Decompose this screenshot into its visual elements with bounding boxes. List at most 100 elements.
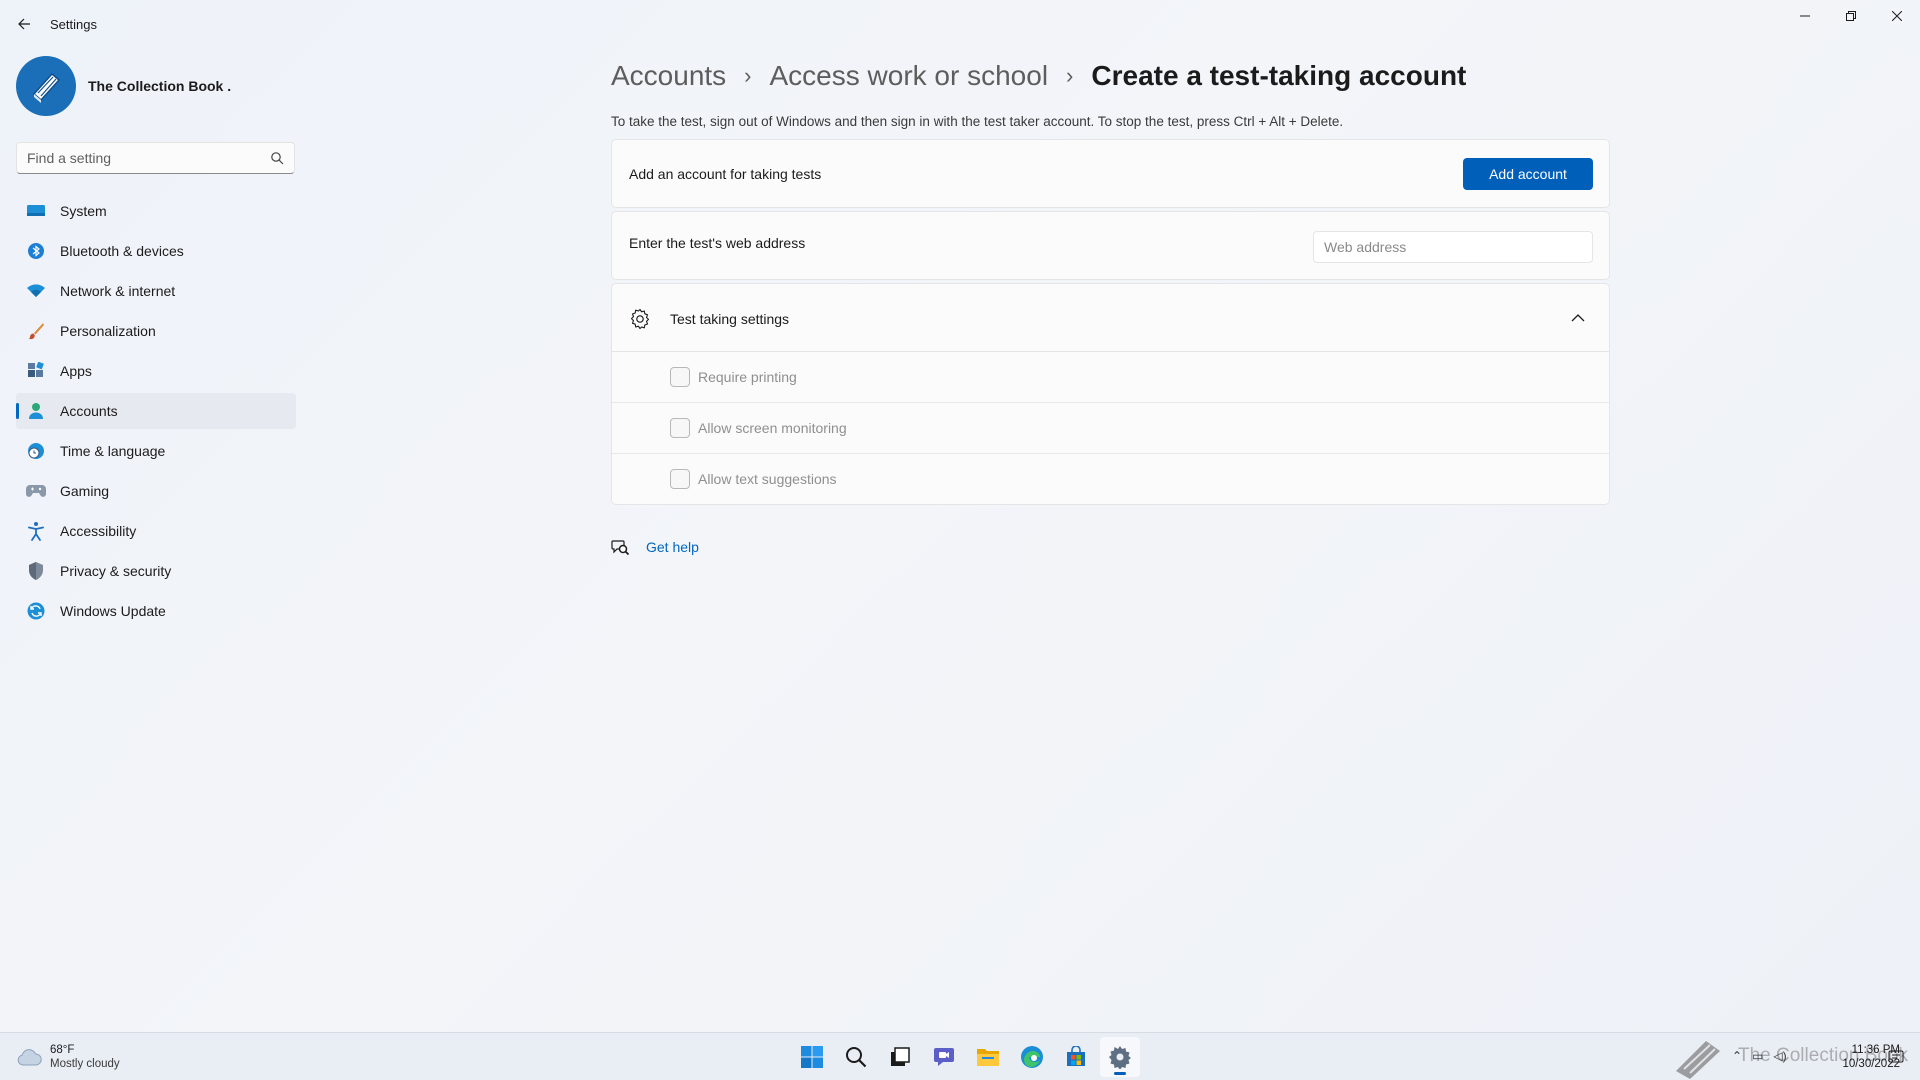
require-printing-checkbox[interactable] (670, 367, 690, 387)
option-label: Allow screen monitoring (698, 420, 847, 436)
shield-icon (26, 561, 46, 581)
taskbar-search-button[interactable] (836, 1037, 876, 1077)
user-profile[interactable]: The Collection Book . (16, 56, 231, 116)
sidebar-item-label: Personalization (60, 323, 156, 339)
network-icon[interactable]: ▭ (1752, 1049, 1763, 1063)
sidebar-item-time-language[interactable]: Time & language (16, 433, 296, 469)
get-help-link[interactable]: Get help (611, 538, 699, 556)
page-title: Create a test-taking account (1091, 60, 1467, 91)
sidebar-item-label: Accessibility (60, 523, 137, 539)
sidebar-item-network[interactable]: Network & internet (16, 273, 296, 309)
test-settings-header[interactable]: Test taking settings (612, 284, 1609, 352)
sidebar-item-bluetooth[interactable]: Bluetooth & devices (16, 233, 296, 269)
settings-window: Settings The Collection Book . Find a se… (0, 0, 1920, 1032)
weather-widget[interactable]: 68°F Mostly cloudy (16, 1043, 120, 1071)
minimize-icon (1800, 15, 1810, 17)
chevron-right-icon: › (744, 63, 752, 88)
breadcrumb: Accounts › Access work or school › Creat… (611, 56, 1466, 96)
cloud-icon (17, 1049, 42, 1066)
file-explorer-button[interactable] (968, 1037, 1008, 1077)
taskbar: 68°F Mostly cloudy The Collection Book ⌃… (0, 1032, 1920, 1080)
get-help-label: Get help (646, 539, 699, 555)
back-button[interactable] (12, 12, 36, 36)
search-box[interactable] (16, 142, 295, 174)
minimize-button[interactable] (1782, 0, 1828, 32)
apps-icon (26, 361, 46, 381)
test-settings-title: Test taking settings (670, 311, 790, 327)
close-button[interactable] (1874, 0, 1920, 32)
close-icon (1892, 11, 1902, 21)
allow-text-suggestions-checkbox[interactable] (670, 469, 690, 489)
notification-icon[interactable] (1888, 1049, 1904, 1065)
breadcrumb-access-work-school[interactable]: Access work or school (770, 60, 1049, 92)
title-bar: Settings (0, 0, 1920, 48)
sidebar-item-label: Network & internet (60, 283, 176, 299)
option-label: Require printing (698, 369, 797, 385)
gear-icon (630, 308, 650, 330)
chat-button[interactable] (924, 1037, 964, 1077)
allow-screen-monitoring-checkbox[interactable] (670, 418, 690, 438)
monitor-icon (26, 201, 46, 221)
volume-icon[interactable]: ◁) (1773, 1049, 1786, 1063)
person-icon (26, 401, 46, 421)
start-icon (801, 1046, 823, 1068)
gamepad-icon (26, 481, 46, 501)
sidebar-item-label: System (60, 203, 107, 219)
breadcrumb-accounts[interactable]: Accounts (611, 60, 726, 92)
sidebar-item-label: Apps (60, 363, 92, 379)
avatar (16, 56, 76, 116)
web-address-input[interactable] (1313, 231, 1593, 263)
edge-icon (1021, 1046, 1043, 1068)
store-icon (1067, 1046, 1085, 1066)
brush-icon (26, 321, 46, 341)
sidebar-item-gaming[interactable]: Gaming (16, 473, 296, 509)
task-view-button[interactable] (880, 1037, 920, 1077)
store-button[interactable] (1056, 1037, 1096, 1077)
web-address-card: Enter the test's web address (611, 211, 1610, 280)
sidebar-item-accessibility[interactable]: Accessibility (16, 513, 296, 549)
start-button[interactable] (792, 1037, 832, 1077)
edge-button[interactable] (1012, 1037, 1052, 1077)
sidebar-item-label: Accounts (60, 403, 118, 419)
book-watermark-icon (1676, 1041, 1720, 1079)
settings-taskbar-button[interactable] (1100, 1037, 1140, 1077)
weather-condition: Mostly cloudy (50, 1058, 120, 1070)
chevron-up-icon[interactable] (1571, 313, 1585, 323)
sidebar-item-label: Privacy & security (60, 563, 172, 579)
chat-icon (934, 1048, 954, 1066)
sidebar-item-label: Bluetooth & devices (60, 243, 184, 259)
test-settings-card: Test taking settings Require printing Al… (611, 283, 1610, 505)
help-chat-icon (611, 540, 629, 556)
add-account-card: Add an account for taking tests Add acco… (611, 139, 1610, 208)
accessibility-icon (26, 521, 46, 541)
add-account-button[interactable]: Add account (1463, 158, 1593, 190)
weather-temp: 68°F (50, 1044, 75, 1056)
chevron-up-icon[interactable]: ⌃ (1732, 1049, 1742, 1063)
sidebar-item-label: Windows Update (60, 603, 166, 619)
search-icon (846, 1047, 867, 1068)
update-icon (26, 601, 46, 621)
app-title: Settings (50, 17, 97, 32)
sidebar-item-accounts[interactable]: Accounts (16, 393, 296, 429)
option-label: Allow text suggestions (698, 471, 837, 487)
taskbar-apps (790, 1037, 1142, 1077)
restore-icon (1846, 11, 1856, 21)
sidebar-item-privacy-security[interactable]: Privacy & security (16, 553, 296, 589)
back-arrow-icon (18, 18, 30, 30)
chevron-right-icon: › (1066, 63, 1074, 88)
restore-button[interactable] (1828, 0, 1874, 32)
tray-icons: ⌃ ▭ ◁) (1732, 1049, 1787, 1063)
search-icon[interactable] (270, 151, 284, 165)
sidebar-item-label: Time & language (60, 443, 166, 459)
wifi-icon (26, 281, 46, 301)
search-input[interactable] (17, 143, 257, 173)
sidebar-item-windows-update[interactable]: Windows Update (16, 593, 296, 629)
sidebar-item-system[interactable]: System (16, 193, 296, 229)
sidebar-item-apps[interactable]: Apps (16, 353, 296, 389)
globe-clock-icon (26, 441, 46, 461)
option-allow-text-suggestions: Allow text suggestions (612, 454, 1609, 504)
add-account-label: Add an account for taking tests (629, 166, 822, 182)
sidebar-item-personalization[interactable]: Personalization (16, 313, 296, 349)
option-allow-screen-monitoring: Allow screen monitoring (612, 403, 1609, 454)
settings-icon (1109, 1046, 1131, 1069)
